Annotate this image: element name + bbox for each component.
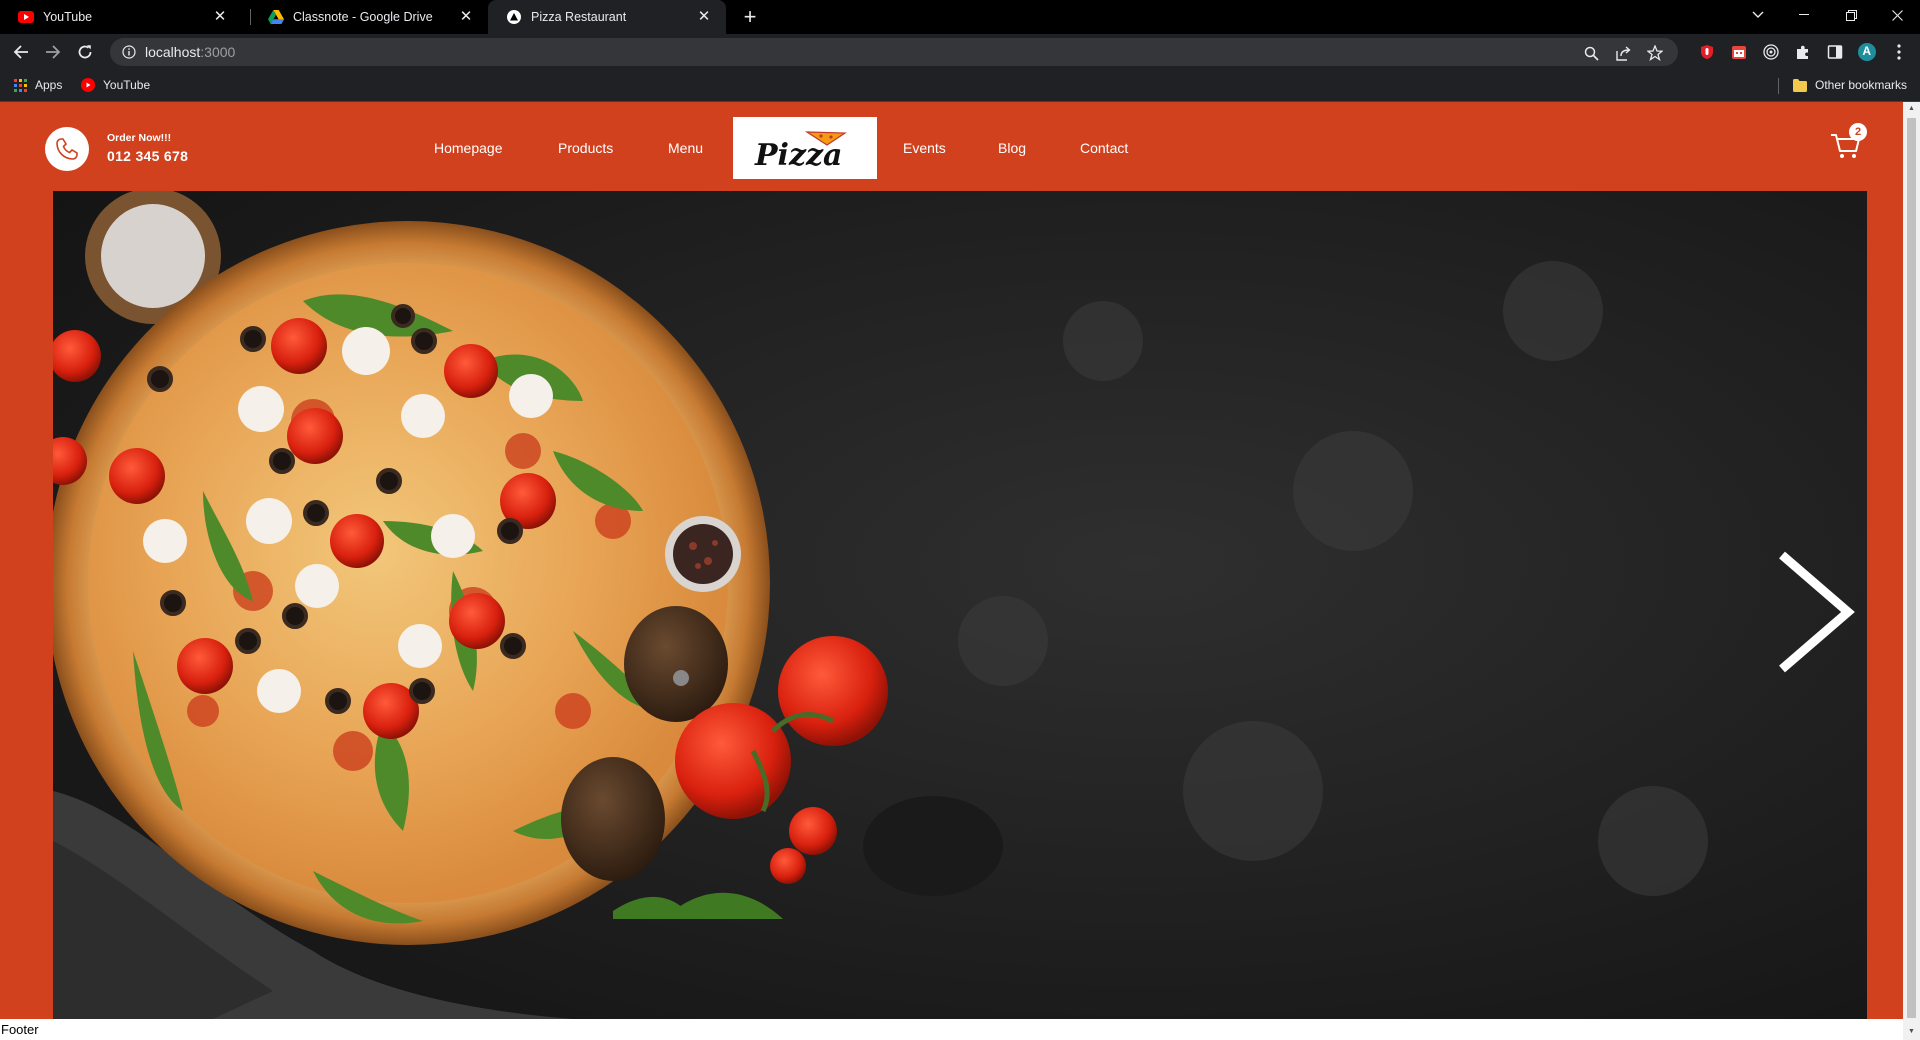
cart-count-badge: 2 [1849,123,1867,141]
tab-google-drive[interactable]: Classnote - Google Drive ✕ [250,0,488,34]
close-icon[interactable]: ✕ [212,9,228,25]
bookmarks-bar: Apps YouTube Other bookmarks [0,70,1920,102]
logo-text: Pizza [754,138,842,173]
adblock-extension-icon[interactable] [1698,43,1716,61]
pizza-logo-icon: Pizza [754,131,847,173]
nav-link-events[interactable]: Events [903,140,946,156]
tab-pizza-restaurant[interactable]: Pizza Restaurant ✕ [488,0,726,34]
nav-link-contact[interactable]: Contact [1080,140,1128,156]
tab-search-chevron-icon[interactable] [1735,0,1781,30]
nav-link-menu[interactable]: Menu [668,140,703,156]
nav-link-homepage[interactable]: Homepage [434,140,503,156]
bookmark-label: Apps [35,78,63,92]
phone-call-button[interactable] [45,127,89,171]
nav-link-blog[interactable]: Blog [998,140,1026,156]
scroll-up-arrow-icon[interactable]: ▲ [1907,105,1916,113]
folder-icon [1793,78,1807,92]
page-scrollbar[interactable]: ▲ ▼ [1903,102,1920,1040]
nav-link-products[interactable]: Products [558,140,613,156]
kebab-menu-icon[interactable] [1890,43,1908,61]
target-extension-icon[interactable] [1762,43,1780,61]
site-navbar: Order Now!!! 012 345 678 Homepage Produc… [0,102,1903,191]
apps-grid-icon [13,78,27,92]
hero-slide [53,191,1867,1019]
forward-arrow-icon[interactable] [41,40,65,64]
bookmark-label: Other bookmarks [1815,78,1908,92]
footer: Footer [0,1019,1903,1040]
url-port: :3000 [200,44,236,60]
google-drive-icon [268,9,284,25]
bookmark-apps[interactable]: Apps [13,78,62,92]
order-now-label: Order Now!!! [107,132,172,144]
bookmark-youtube[interactable]: YouTube [81,78,150,92]
scroll-down-arrow-icon[interactable]: ▼ [1907,1028,1916,1036]
share-icon[interactable] [1614,44,1632,62]
vercel-triangle-icon [506,9,522,25]
reload-icon[interactable] [73,40,97,64]
slider-next-arrow-icon[interactable] [1768,547,1858,677]
close-icon[interactable]: ✕ [696,9,712,25]
bookmark-other-bookmarks[interactable]: Other bookmarks [1793,78,1907,92]
puzzle-extensions-icon[interactable] [1794,43,1812,61]
calendar-extension-icon[interactable] [1730,43,1748,61]
scrollbar-thumb[interactable] [1907,118,1916,1018]
zoom-icon[interactable] [1582,44,1600,62]
phone-icon [56,138,78,160]
hero-section [0,191,1903,1019]
bookmark-divider [1778,78,1779,94]
url-host: localhost [145,44,201,60]
bookmark-star-icon[interactable] [1646,44,1664,62]
tab-title: Pizza Restaurant [531,10,627,24]
youtube-icon [81,78,95,92]
close-window-button[interactable] [1874,0,1920,30]
minimize-button[interactable] [1781,0,1827,30]
restore-button[interactable] [1828,0,1874,30]
site-logo[interactable]: Pizza [733,117,877,179]
youtube-icon [18,9,34,25]
order-phone-number: 012 345 678 [107,148,189,164]
browser-tab-bar: YouTube ✕ Classnote - Google Drive ✕ Piz… [0,0,1920,34]
tab-title: Classnote - Google Drive [293,10,433,24]
close-icon[interactable]: ✕ [458,9,474,25]
page-viewport: Order Now!!! 012 345 678 Homepage Produc… [0,102,1903,1040]
browser-toolbar: localhost :3000 A [0,34,1920,70]
bookmark-label: YouTube [103,78,151,92]
tab-title: YouTube [43,10,93,24]
profile-avatar[interactable] [1858,43,1876,61]
back-arrow-icon[interactable] [9,40,33,64]
tab-youtube[interactable]: YouTube ✕ [0,0,242,34]
new-tab-button[interactable]: + [737,4,763,30]
pizza-hero-image [53,191,1867,1019]
info-icon[interactable] [122,45,136,59]
side-panel-icon[interactable] [1826,43,1844,61]
address-bar[interactable]: localhost :3000 [110,38,1678,66]
